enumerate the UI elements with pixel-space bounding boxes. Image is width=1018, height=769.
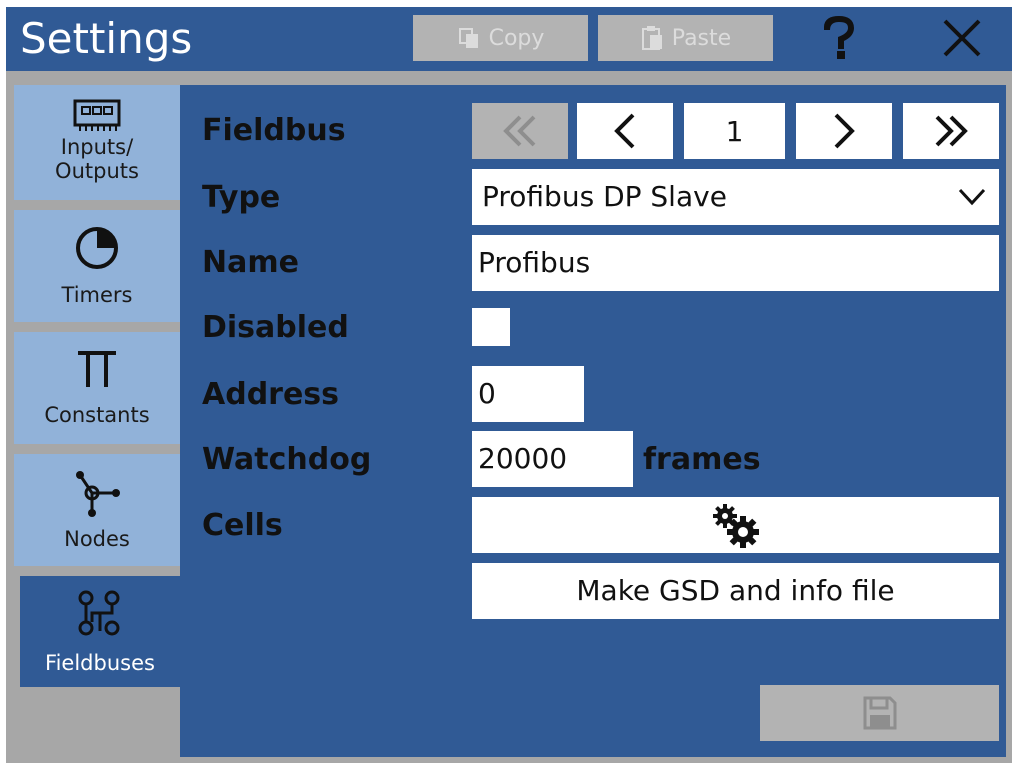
copy-label: Copy <box>488 25 545 51</box>
sidebar-item-constants[interactable]: Constants <box>14 332 180 444</box>
save-button[interactable] <box>760 685 999 741</box>
first-fieldbus-button[interactable] <box>472 103 568 159</box>
last-fieldbus-button[interactable] <box>903 103 999 159</box>
address-input[interactable]: 0 <box>472 366 584 422</box>
name-input[interactable]: Profibus <box>472 235 999 291</box>
paste-label: Paste <box>671 25 732 51</box>
sidebar-item-nodes[interactable]: Nodes <box>14 454 180 566</box>
watchdog-label: Watchdog <box>202 442 372 477</box>
question-mark-icon <box>823 15 855 59</box>
sidebar-item-label: Constants <box>44 403 150 427</box>
watchdog-unit: frames <box>643 442 761 477</box>
nodes-icon <box>76 471 120 517</box>
address-label: Address <box>202 377 340 412</box>
next-fieldbus-button[interactable] <box>796 103 892 159</box>
disabled-label: Disabled <box>202 310 349 345</box>
timer-icon <box>76 227 118 269</box>
fieldbus-index: 1 <box>684 103 785 159</box>
watchdog-input[interactable]: 20000 <box>472 431 633 487</box>
sidebar-item-fieldbuses[interactable]: Fieldbuses <box>20 576 180 687</box>
chevron-right-icon <box>834 113 855 149</box>
sidebar-item-label: Nodes <box>64 527 130 551</box>
fieldbus-label: Fieldbus <box>202 113 346 148</box>
paste-icon <box>640 25 664 51</box>
copy-icon <box>457 26 481 50</box>
make-gsd-button[interactable]: Make GSD and info file <box>472 563 999 619</box>
gears-icon <box>712 504 759 548</box>
window-title: Settings <box>20 14 193 63</box>
sidebar-item-label: Timers <box>61 283 133 307</box>
pi-icon <box>78 351 116 387</box>
sidebar-item-label: Inputs/ Outputs <box>55 134 139 183</box>
copy-button[interactable]: Copy <box>413 15 588 61</box>
type-select[interactable]: Profibus DP Slave <box>472 169 999 225</box>
paste-button[interactable]: Paste <box>598 15 773 61</box>
sidebar-item-label: Fieldbuses <box>45 650 155 675</box>
type-label: Type <box>202 180 281 215</box>
sidebar-item-inputs-outputs[interactable]: Inputs/ Outputs <box>14 85 180 200</box>
name-label: Name <box>202 245 299 280</box>
fieldbus-settings-panel: Fieldbus 1 Type Profibus DP Slave Name P… <box>180 85 1006 757</box>
type-value: Profibus DP Slave <box>482 180 727 213</box>
help-button[interactable] <box>813 12 865 64</box>
floppy-disk-icon <box>863 696 896 730</box>
sidebar-item-timers[interactable]: Timers <box>14 210 180 322</box>
chevron-down-icon <box>958 188 986 206</box>
previous-fieldbus-button[interactable] <box>577 103 673 159</box>
io-module-icon <box>73 99 121 131</box>
close-button[interactable] <box>936 12 988 64</box>
cells-label: Cells <box>202 508 283 543</box>
disabled-checkbox[interactable] <box>472 308 510 346</box>
cells-config-button[interactable] <box>472 497 999 553</box>
chevron-left-icon <box>614 113 635 149</box>
title-bar: Settings Copy Paste <box>6 7 1012 71</box>
double-chevron-left-icon <box>503 115 536 147</box>
close-icon <box>943 19 981 57</box>
fieldbus-network-icon <box>78 590 120 635</box>
double-chevron-right-icon <box>935 115 968 147</box>
